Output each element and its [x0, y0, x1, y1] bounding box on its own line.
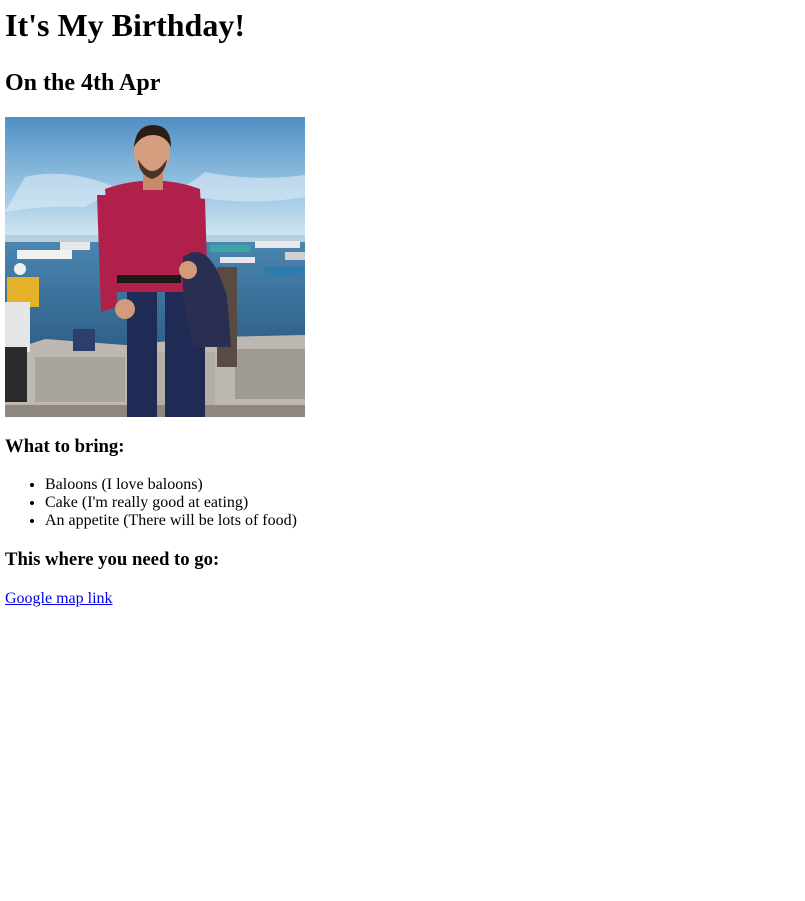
list-item: Cake (I'm really good at eating) — [45, 494, 800, 512]
map-link-paragraph: Google map link — [5, 590, 800, 608]
page: It's My Birthday! On the 4th Apr What to… — [0, 7, 805, 608]
bring-heading: What to bring: — [5, 436, 125, 457]
page-title: It's My Birthday! — [5, 7, 245, 43]
list-item: An appetite (There will be lots of food) — [45, 512, 800, 530]
google-map-link[interactable]: Google map link — [5, 590, 113, 607]
bring-list: Baloons (I love baloons) Cake (I'm reall… — [5, 476, 800, 530]
list-item: Baloons (I love baloons) — [45, 476, 800, 494]
location-heading: This where you need to go: — [5, 549, 220, 570]
birthday-photo — [5, 117, 305, 417]
date-heading: On the 4th Apr — [5, 70, 161, 96]
